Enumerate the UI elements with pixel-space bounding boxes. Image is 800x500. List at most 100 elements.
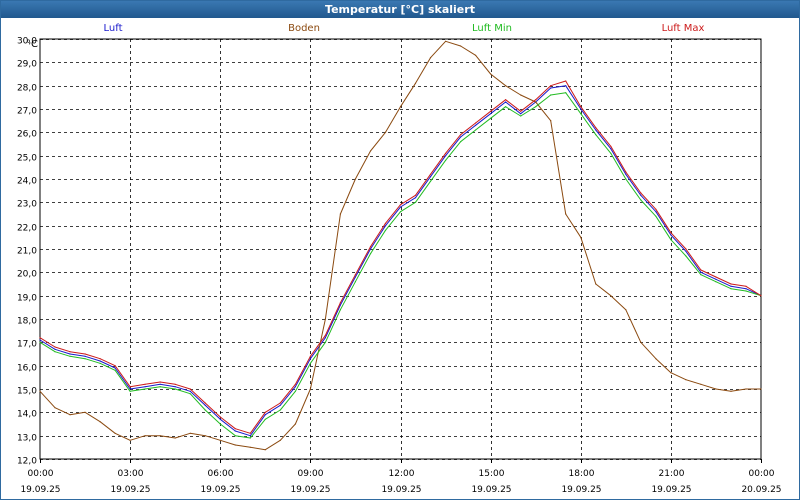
data-point — [99, 358, 101, 360]
data-point — [610, 152, 612, 154]
data-point — [670, 232, 672, 234]
data-point — [565, 85, 567, 87]
x-tick-time: 00:00 — [28, 469, 54, 479]
data-point — [129, 439, 131, 441]
data-point — [475, 122, 477, 124]
data-point — [84, 353, 86, 355]
data-point — [445, 159, 447, 161]
data-point — [354, 281, 356, 283]
data-point — [69, 351, 71, 353]
data-point — [384, 229, 387, 231]
data-point — [730, 288, 732, 290]
data-point — [655, 211, 657, 213]
x-tick-date: 19.09.25 — [290, 485, 330, 495]
data-point — [249, 432, 251, 434]
data-point — [565, 213, 567, 215]
data-point — [99, 362, 101, 364]
data-point — [369, 253, 372, 255]
data-point — [99, 360, 101, 362]
data-point — [174, 388, 176, 390]
data-point — [535, 106, 537, 108]
data-point — [760, 388, 762, 390]
data-point — [204, 435, 206, 437]
data-point — [655, 208, 657, 210]
data-point — [670, 234, 672, 236]
data-point — [324, 341, 326, 343]
data-point — [610, 295, 612, 297]
data-point — [249, 435, 251, 437]
data-point — [429, 57, 432, 59]
data-point — [655, 215, 657, 217]
data-point — [610, 148, 612, 150]
x-tick-time: 21:00 — [659, 469, 685, 479]
data-point — [84, 355, 86, 357]
data-point — [339, 302, 341, 304]
data-point — [550, 94, 552, 96]
data-point — [129, 390, 131, 392]
data-point — [745, 288, 747, 290]
data-point — [535, 101, 537, 103]
y-tick-label: 15,0 — [17, 387, 37, 397]
y-tick-label: 29,0 — [17, 60, 37, 70]
data-point — [114, 432, 116, 434]
data-point — [745, 290, 747, 292]
data-point — [460, 134, 462, 136]
data-point — [550, 85, 552, 87]
x-tick-date: 19.09.25 — [20, 485, 60, 495]
data-point — [309, 388, 311, 390]
data-point — [550, 87, 552, 89]
y-tick-label: 19,0 — [17, 294, 37, 304]
data-point — [685, 255, 687, 257]
data-point — [505, 99, 507, 101]
data-point — [39, 390, 41, 392]
data-point — [264, 449, 266, 451]
data-point — [159, 383, 161, 385]
data-point — [324, 337, 326, 339]
x-tick-date: 20.09.25 — [741, 485, 781, 495]
data-point — [354, 276, 356, 278]
data-point — [219, 416, 221, 418]
y-tick-label: 12,0 — [17, 457, 37, 467]
data-point — [234, 444, 236, 446]
data-point — [309, 358, 311, 360]
data-point — [655, 358, 657, 360]
y-tick-label: 28,0 — [17, 84, 37, 94]
data-point — [54, 348, 56, 350]
y-tick-label: 22,0 — [17, 224, 37, 234]
data-point — [129, 388, 131, 390]
x-tick-time: 18:00 — [569, 469, 595, 479]
data-point — [99, 421, 101, 423]
temperature-chart: 12,0 13,0 14,0 15,0 16,0 17,0 18,0 19,0 20,0 21,0… — [17, 37, 782, 496]
data-point — [700, 383, 702, 385]
y-tick-label: 26,0 — [17, 130, 37, 140]
data-point — [580, 108, 582, 110]
data-point — [760, 295, 762, 297]
data-point — [204, 404, 206, 406]
data-point — [84, 358, 86, 360]
data-point — [414, 82, 417, 84]
data-point — [204, 402, 206, 404]
data-point — [129, 386, 131, 388]
y-tick-label: 25,0 — [17, 154, 37, 164]
data-point — [54, 351, 56, 353]
data-point — [69, 355, 71, 357]
y-tick-label: 14,0 — [17, 410, 37, 420]
y-tick-label: 20,0 — [17, 270, 37, 280]
data-point — [144, 386, 146, 388]
data-point — [39, 341, 41, 343]
data-point — [535, 99, 537, 101]
data-point — [294, 386, 296, 388]
data-point — [460, 141, 462, 143]
data-point — [490, 110, 492, 112]
data-point — [685, 379, 687, 381]
x-tick-time: 12:00 — [389, 469, 415, 479]
data-point — [700, 269, 702, 271]
data-point — [550, 120, 552, 122]
data-point — [595, 134, 597, 136]
data-point — [625, 178, 627, 180]
data-point — [475, 54, 477, 56]
data-point — [505, 101, 507, 103]
data-point — [640, 192, 642, 194]
data-point — [565, 92, 567, 94]
data-point — [234, 430, 236, 432]
